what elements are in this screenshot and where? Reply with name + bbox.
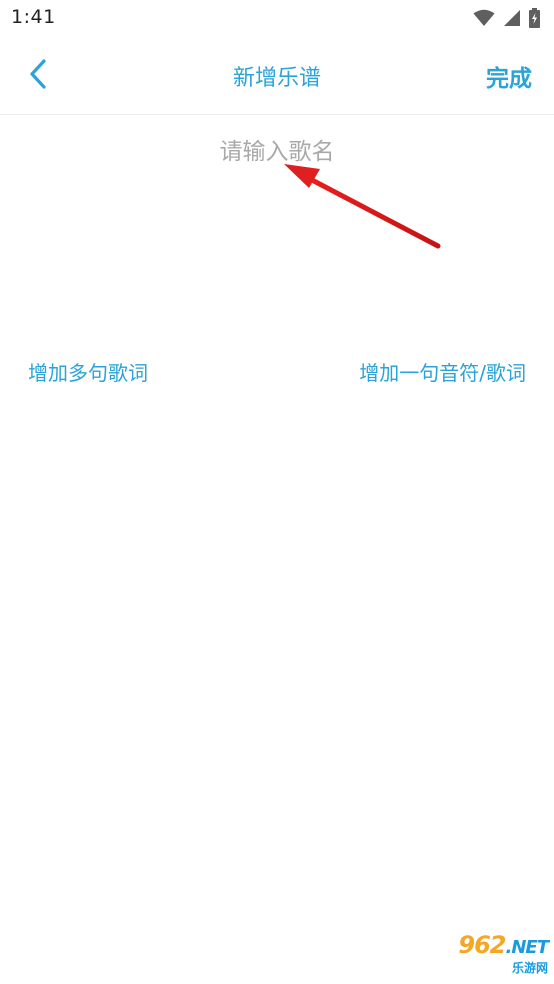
watermark-sub: 乐游网: [511, 960, 548, 975]
status-icons: [473, 7, 540, 29]
page-title: 新增乐谱: [232, 66, 321, 91]
add-multiple-lyrics-button[interactable]: 增加多句歌词: [28, 357, 148, 386]
app-bar: 新增乐谱 完成: [0, 38, 554, 115]
watermark-suffix: .NET: [505, 936, 549, 958]
add-single-note-lyric-button[interactable]: 增加一句音符/歌词: [359, 357, 526, 386]
battery-charging-icon: [529, 8, 540, 28]
wifi-icon: [473, 9, 495, 27]
status-time: 1:41: [11, 6, 56, 28]
cellular-signal-icon: [503, 9, 521, 27]
watermark-number: 962: [458, 930, 506, 959]
watermark-logo-main: 962.NET: [458, 930, 549, 960]
song-name-input[interactable]: [60, 132, 494, 172]
done-button[interactable]: 完成: [486, 59, 532, 93]
status-bar: 1:41: [0, 0, 554, 38]
watermark-logo: 962.NET 乐游网: [408, 930, 549, 978]
